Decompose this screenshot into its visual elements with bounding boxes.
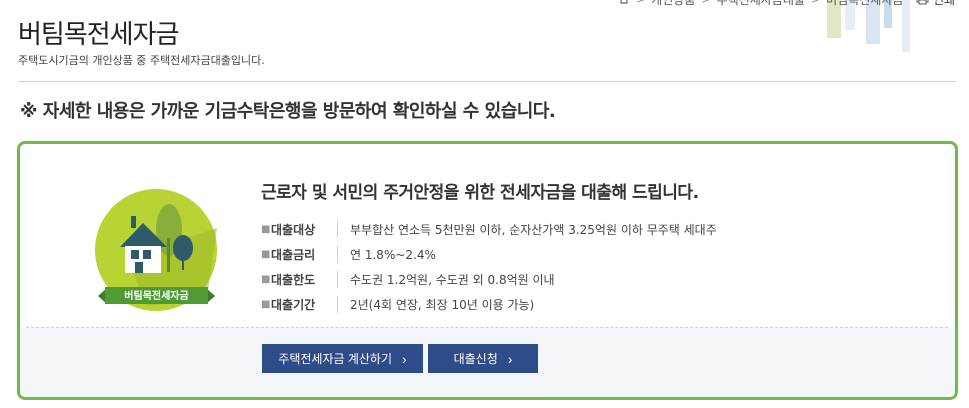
bullet-icon: ■ [261, 249, 271, 260]
info-key: 대출기간 [271, 296, 338, 313]
info-value: 연 1.8%~2.4% [350, 248, 436, 262]
breadcrumb-item[interactable]: 주택전세자금대출 [717, 0, 805, 8]
bullet-icon: ■ [261, 299, 271, 310]
chevron-right-icon: > [636, 0, 645, 6]
chevron-right-icon: › [402, 350, 407, 367]
breadcrumb-item[interactable]: 버팀목전세자금 [826, 0, 903, 8]
print-icon [916, 0, 929, 8]
loan-calculator-button[interactable]: 주택전세자금 계산하기 › [262, 344, 423, 373]
loan-apply-button[interactable]: 대출신청 › [428, 344, 538, 373]
info-row: ■ 대출대상 부부합산 연소득 5천만원 이하, 순자산가액 3.25억원 이하… [261, 217, 717, 242]
info-key: 대출한도 [271, 271, 338, 288]
apply-button-label: 대출신청 [453, 352, 498, 366]
info-key: 대출대상 [271, 221, 338, 238]
info-value: 2년(4회 연장, 최장 10년 이용 가능) [350, 298, 535, 312]
info-row: ■ 대출금리 연 1.8%~2.4% [261, 242, 717, 267]
divider [18, 81, 956, 82]
notice-text: ※ 자세한 내용은 가까운 기금수탁은행을 방문하여 확인하실 수 있습니다. [20, 101, 556, 122]
info-row: ■ 대출기간 2년(4회 연장, 최장 10년 이용 가능) [261, 292, 717, 317]
bullet-icon: ■ [261, 274, 271, 285]
calc-button-label: 주택전세자금 계산하기 [278, 352, 393, 366]
print-label: 인쇄 [933, 0, 956, 7]
print-button[interactable]: 인쇄 [916, 0, 955, 8]
breadcrumb-item[interactable]: 개인상품 [651, 0, 695, 8]
product-logo: 버팀목전세자금 [95, 189, 217, 311]
info-key: 대출금리 [271, 246, 338, 263]
bullet-icon: ■ [261, 224, 271, 235]
info-row: ■ 대출한도 수도권 1.2억원, 수도권 외 0.8억원 이내 [261, 267, 717, 292]
info-value: 수도권 1.2억원, 수도권 외 0.8억원 이내 [350, 273, 555, 287]
card-body: 버팀목전세자금 근로자 및 서민의 주거안정을 위한 전세자금을 대출해 드립니… [20, 144, 955, 327]
page-title: 버팀목전세자금 [18, 20, 179, 50]
card-headline: 근로자 및 서민의 주거안정을 위한 전세자금을 대출해 드립니다. [261, 183, 699, 203]
loan-info-list: ■ 대출대상 부부합산 연소득 5천만원 이하, 순자산가액 3.25억원 이하… [261, 217, 717, 317]
logo-label: 버팀목전세자금 [124, 289, 188, 302]
product-card: 버팀목전세자금 근로자 및 서민의 주거안정을 위한 전세자금을 대출해 드립니… [17, 141, 958, 400]
info-value: 부부합산 연소득 5천만원 이하, 순자산가액 3.25억원 이하 무주택 세대… [350, 223, 717, 237]
home-icon[interactable] [618, 0, 630, 7]
page-subtitle: 주택도시기금의 개인상품 중 주택전세자금대출입니다. [18, 54, 265, 67]
chevron-right-icon: › [507, 350, 513, 367]
breadcrumb: > 개인상품 > 주택전세자금대출 > 버팀목전세자금 [618, 0, 903, 8]
chevron-right-icon: > [701, 0, 710, 6]
chevron-right-icon: > [811, 0, 820, 6]
